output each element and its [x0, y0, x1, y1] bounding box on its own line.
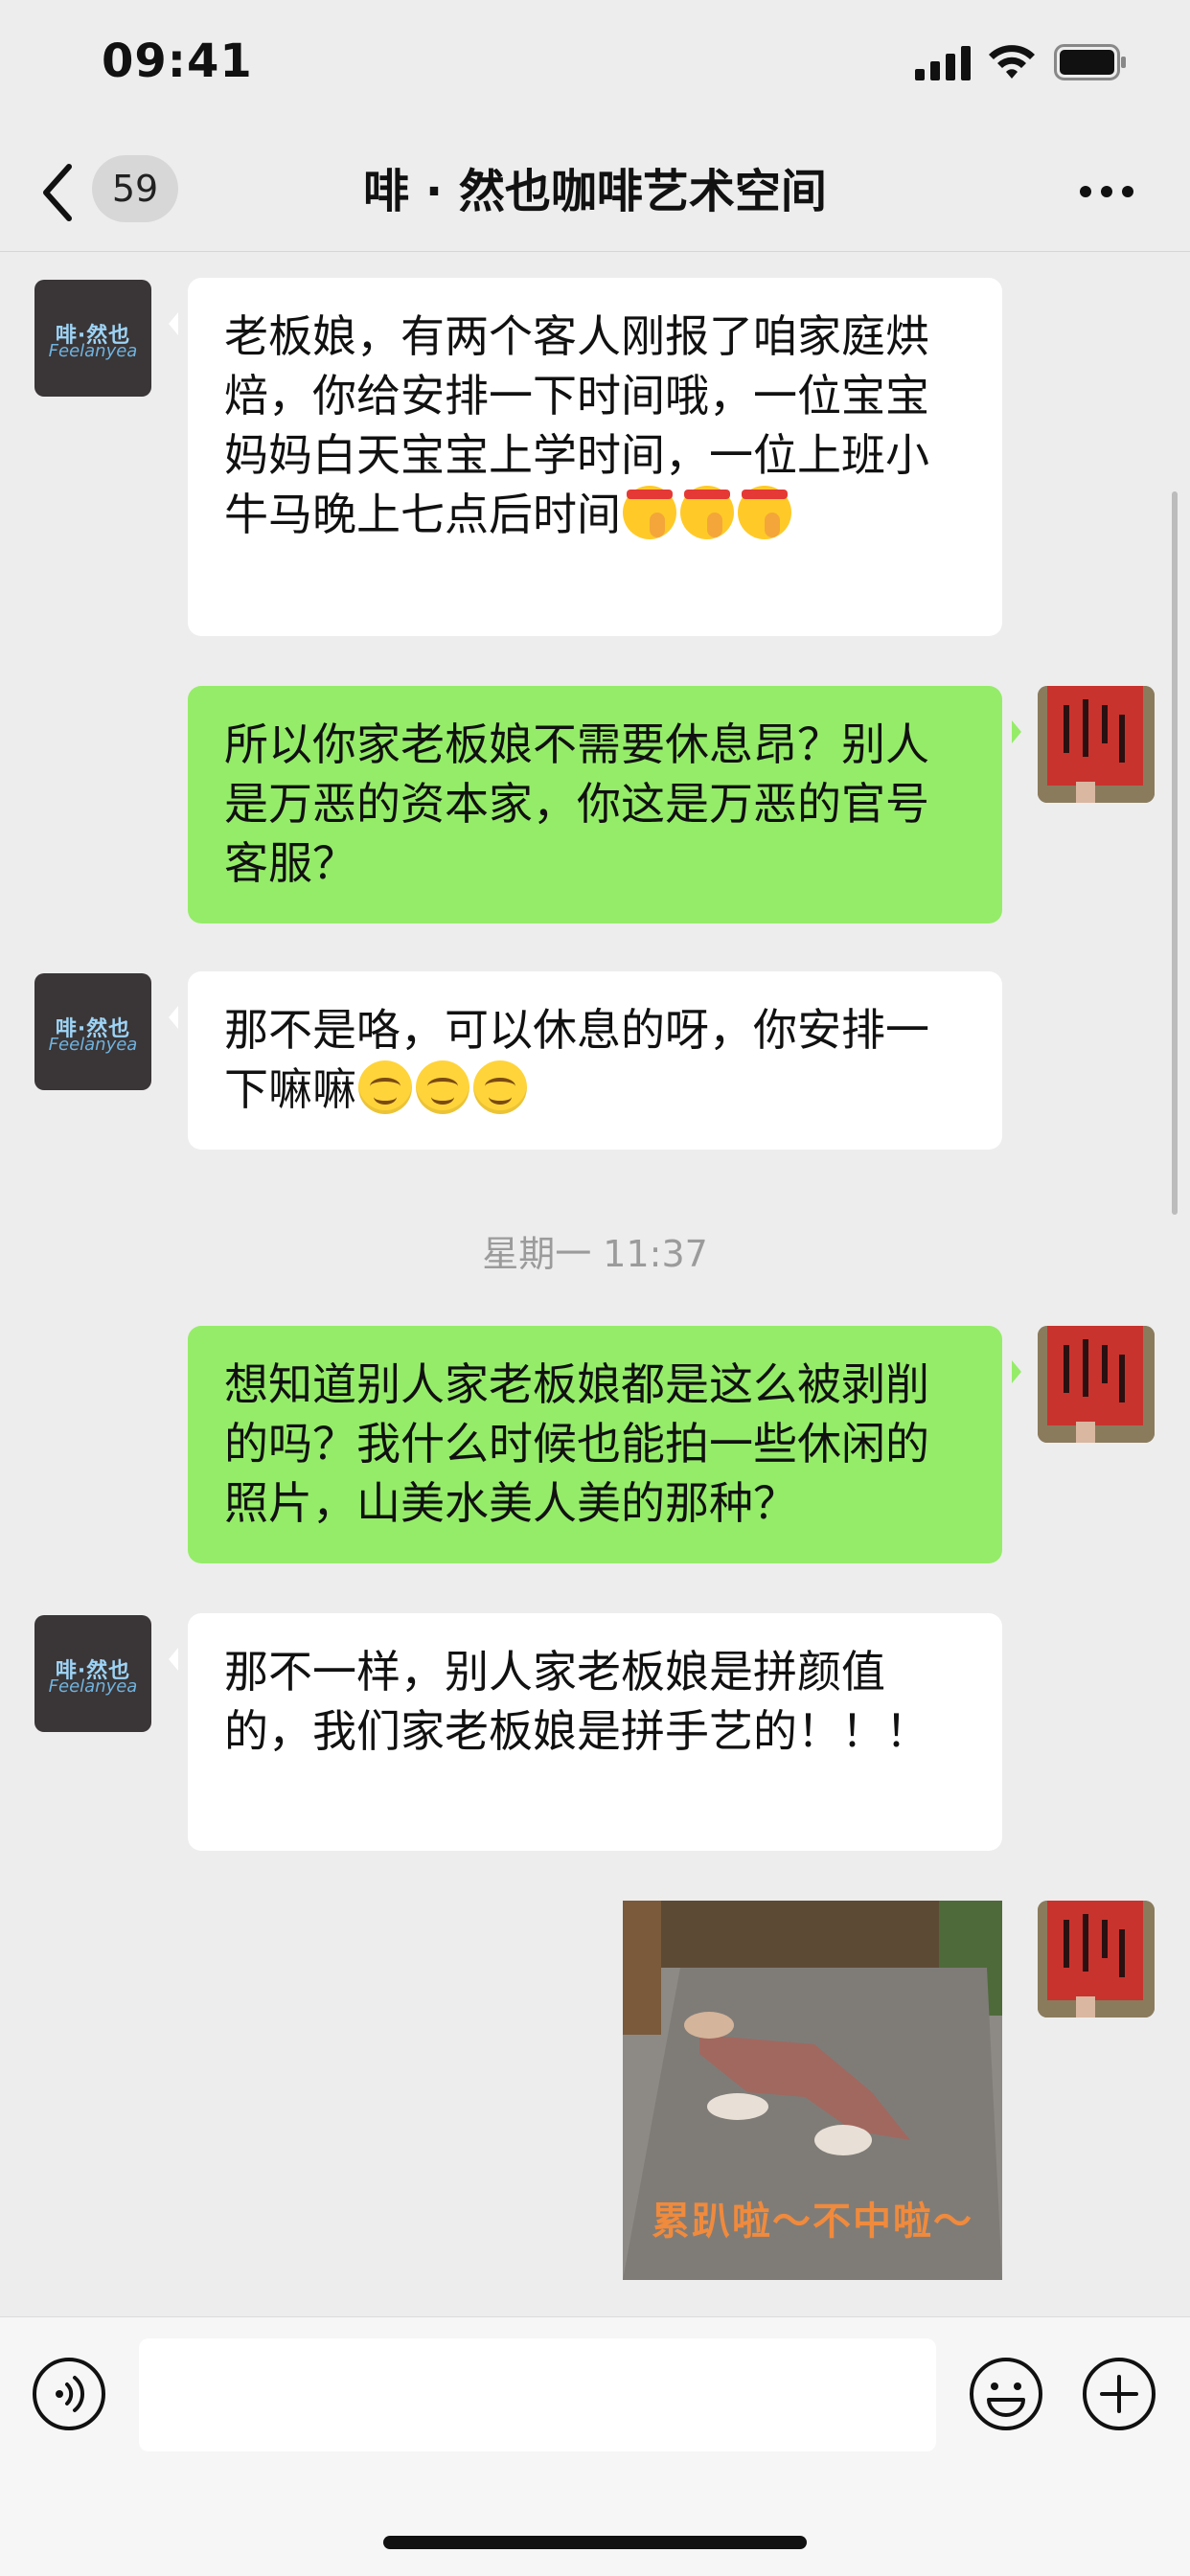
message-timestamp: 星期一 11:37: [482, 1233, 708, 1275]
chat-header: 59 啡 · 然也咖啡艺术空间: [0, 134, 1190, 252]
home-indicator[interactable]: [383, 2536, 807, 2549]
smiling-face-icon: [473, 1060, 527, 1114]
avatar-photo: [1038, 1326, 1155, 1443]
message-text: 那不是咯，可以休息的呀，你安排一下嘛嘛: [224, 1004, 929, 1115]
message-bubble[interactable]: 老板娘，有两个客人刚报了咱家庭烘焙，你给安排一下时间哦，一位宝宝妈妈白天宝宝上学…: [169, 278, 1002, 636]
message-text: 想知道别人家老板娘都是这么被剥削的吗？我什么时候也能拍一些休闲的照片，山美水美人…: [224, 1358, 929, 1529]
scrollbar[interactable]: [1172, 491, 1178, 1215]
smiling-face-icon: [358, 1060, 412, 1114]
cellular-signal-icon: [915, 46, 971, 80]
message-bubble[interactable]: 那不一样，别人家老板娘是拼颜值的，我们家老板娘是拼手艺的！！！: [169, 1613, 1002, 1851]
message-bubble[interactable]: 想知道别人家老板娘都是这么被剥削的吗？我什么时候也能拍一些休闲的照片，山美水美人…: [188, 1326, 1021, 1563]
my-avatar[interactable]: [1038, 686, 1155, 803]
message-text: 老板娘，有两个客人刚报了咱家庭烘焙，你给安排一下时间哦，一位宝宝妈妈白天宝宝上学…: [224, 310, 929, 540]
message-text: 所以你家老板娘不需要休息昂？别人是万恶的资本家，你这是万恶的官号客服？: [224, 718, 929, 889]
wifi-icon: [989, 45, 1035, 79]
shushing-face-icon: [680, 486, 734, 539]
my-avatar[interactable]: [1038, 1326, 1155, 1443]
shushing-face-icon: [738, 486, 791, 539]
avatar-logo-subtext: Feelanyea: [48, 1035, 138, 1055]
unread-count-badge[interactable]: 59: [92, 155, 178, 222]
emoji-icon[interactable]: [968, 2356, 1044, 2432]
status-time: 09:41: [102, 34, 253, 88]
message-text: 那不一样，别人家老板娘是拼颜值的，我们家老板娘是拼手艺的！！！: [224, 1646, 929, 1757]
shushing-face-icon: [623, 486, 676, 539]
avatar-logo-subtext: Feelanyea: [48, 341, 138, 361]
chat-input-bar: [0, 2316, 1190, 2576]
chevron-left-icon[interactable]: [38, 163, 77, 222]
avatar-photo: [1038, 1901, 1155, 2017]
photo-caption: 累趴啦～不中啦～: [652, 2200, 973, 2244]
contact-avatar[interactable]: 啡·然也 Feelanyea: [34, 973, 151, 1090]
status-bar: 09:41: [0, 0, 1190, 129]
message-bubble[interactable]: 那不是咯，可以休息的呀，你安排一下嘛嘛: [169, 971, 1002, 1150]
voice-icon[interactable]: [31, 2356, 107, 2432]
chat-title: 啡 · 然也咖啡艺术空间: [363, 165, 827, 218]
plus-icon[interactable]: [1081, 2356, 1157, 2432]
avatar-logo-subtext: Feelanyea: [48, 1676, 138, 1697]
message-input[interactable]: [139, 2338, 936, 2451]
battery-icon: [1054, 44, 1126, 80]
contact-avatar[interactable]: 啡·然也 Feelanyea: [34, 1615, 151, 1732]
smiling-face-icon: [416, 1060, 469, 1114]
my-avatar[interactable]: [1038, 1901, 1155, 2017]
message-bubble[interactable]: 所以你家老板娘不需要休息昂？别人是万恶的资本家，你这是万恶的官号客服？: [188, 686, 1021, 923]
avatar-photo: [1038, 686, 1155, 803]
contact-avatar[interactable]: 啡·然也 Feelanyea: [34, 280, 151, 397]
image-message[interactable]: 累趴啦～不中啦～: [623, 1901, 1002, 2280]
more-dots-icon[interactable]: [1078, 182, 1135, 201]
